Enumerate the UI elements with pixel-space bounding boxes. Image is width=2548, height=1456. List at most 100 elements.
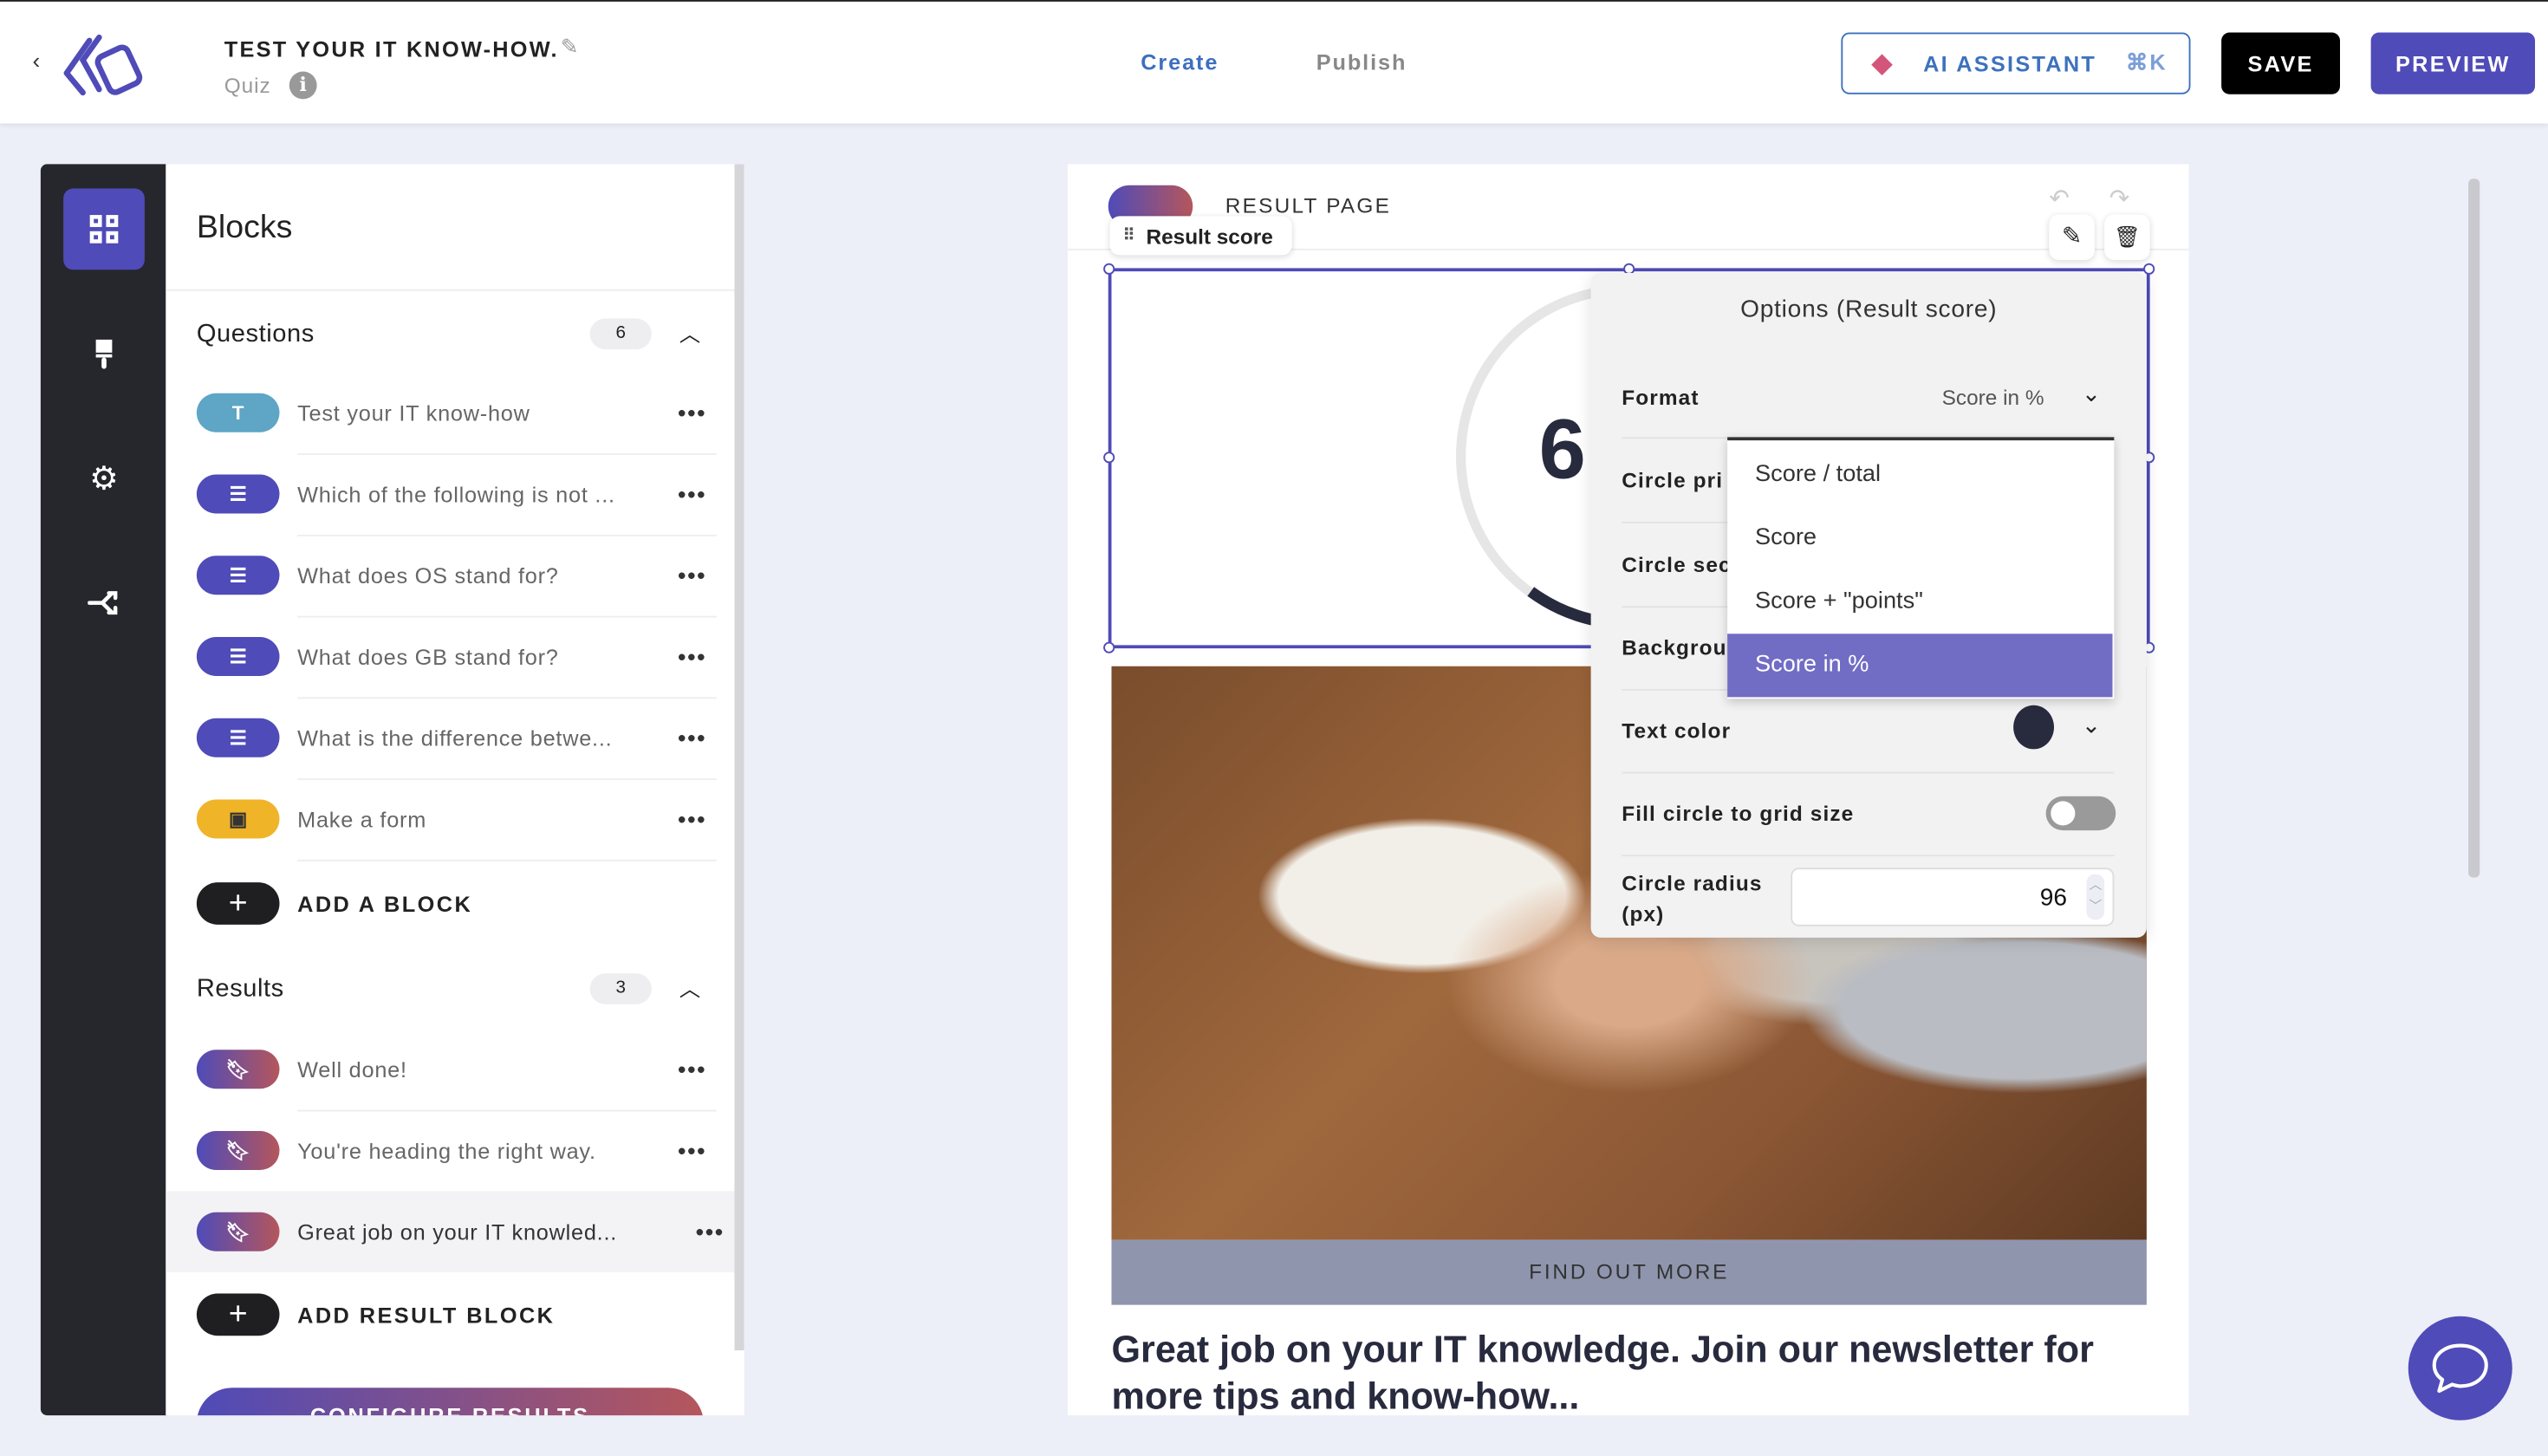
- tab-publish[interactable]: Publish: [1316, 50, 1407, 75]
- collapse-chevron-icon[interactable]: ︿: [679, 972, 700, 1003]
- gear-icon[interactable]: ⚙: [63, 437, 145, 518]
- more-icon[interactable]: •••: [686, 1219, 734, 1245]
- chat-button[interactable]: [2408, 1316, 2512, 1420]
- result-heading[interactable]: Great job on your IT knowledge. Join our…: [1112, 1326, 2147, 1415]
- format-option-selected[interactable]: Score in %: [1727, 634, 2113, 698]
- item-label: Test your IT know-how: [297, 400, 530, 426]
- number-stepper[interactable]: ︿ ﹀: [2086, 874, 2105, 920]
- question-item[interactable]: ☰ What is the difference betwe... •••: [196, 697, 717, 778]
- page-label: RESULT PAGE: [1225, 193, 1392, 218]
- more-icon[interactable]: •••: [668, 1138, 717, 1164]
- bookmark-icon: 🔖︎: [196, 1050, 280, 1089]
- text-color-label: Text color: [1622, 718, 1732, 743]
- question-item[interactable]: ▣ Make a form •••: [196, 778, 717, 860]
- more-icon[interactable]: •••: [668, 481, 717, 507]
- more-icon[interactable]: •••: [668, 806, 717, 832]
- find-out-more-button[interactable]: FIND OUT MORE: [1111, 1239, 2147, 1305]
- result-item[interactable]: 🔖︎ Well done! •••: [196, 1029, 717, 1110]
- panel-scrollbar[interactable]: [734, 164, 744, 1351]
- fill-circle-toggle[interactable]: [2045, 796, 2116, 831]
- more-icon[interactable]: •••: [668, 725, 717, 751]
- radius-value: 96: [2039, 884, 2067, 912]
- resize-handle[interactable]: [1103, 263, 1115, 275]
- result-item-selected[interactable]: 🔖︎ Great job on your IT knowled... •••: [166, 1191, 735, 1273]
- background-label: Backgrou: [1622, 635, 1727, 660]
- format-option[interactable]: Score: [1727, 507, 2112, 570]
- drag-handle-icon[interactable]: ⠿: [1123, 227, 1135, 245]
- toggle-knob: [2051, 801, 2076, 826]
- item-label: You're heading the right way.: [297, 1138, 596, 1163]
- flow-branch-icon[interactable]: [63, 562, 145, 644]
- chat-bubble-icon: [2432, 1343, 2488, 1394]
- divider: [297, 859, 717, 861]
- circle-secondary-label: Circle sec: [1622, 552, 1732, 577]
- collapse-chevron-icon[interactable]: ︿: [679, 317, 700, 348]
- question-item[interactable]: T Test your IT know-how •••: [196, 372, 717, 453]
- undo-icon[interactable]: ↶: [2049, 184, 2070, 213]
- format-label: Format: [1622, 385, 1700, 410]
- item-label: What does GB stand for?: [297, 644, 559, 669]
- chevron-down-icon[interactable]: ⌄: [2082, 712, 2101, 739]
- edit-pencil-icon[interactable]: ✎: [2049, 214, 2095, 260]
- add-block-button[interactable]: + ADD A BLOCK: [196, 882, 472, 925]
- format-dropdown: Score / total Score Score + "points" Sco…: [1727, 437, 2115, 699]
- list-block-icon: ☰: [196, 637, 280, 676]
- format-select-value[interactable]: Score in %: [1942, 385, 2044, 409]
- paint-brush-icon[interactable]: [63, 314, 145, 395]
- quiz-title[interactable]: TEST YOUR IT KNOW-HOW.: [224, 37, 559, 62]
- questions-count: 6: [589, 318, 652, 350]
- questions-section-label: Questions: [196, 320, 315, 348]
- results-section-label: Results: [196, 975, 284, 1003]
- circle-radius-label: Circle radius (px): [1622, 871, 1763, 926]
- info-icon[interactable]: i: [289, 71, 317, 100]
- ai-assistant-button[interactable]: ◆ AI ASSISTANT ⌘K: [1841, 32, 2191, 94]
- brand-logo[interactable]: [60, 31, 158, 100]
- more-icon[interactable]: •••: [668, 1056, 717, 1082]
- edit-pencil-icon[interactable]: ✎: [561, 34, 578, 60]
- divider: [166, 289, 744, 291]
- fill-circle-label: Fill circle to grid size: [1622, 801, 1855, 826]
- blocks-grid-icon[interactable]: [63, 188, 145, 270]
- block-tag-label: Result score: [1146, 223, 1273, 248]
- tab-create[interactable]: Create: [1141, 50, 1219, 75]
- results-count: 3: [589, 973, 652, 1004]
- question-item[interactable]: ☰ What does GB stand for? •••: [196, 616, 717, 698]
- format-option[interactable]: Score / total: [1727, 444, 2112, 507]
- divider: [1622, 855, 2115, 857]
- more-icon[interactable]: •••: [668, 400, 717, 426]
- resize-handle[interactable]: [1103, 641, 1115, 653]
- preview-button[interactable]: PREVIEW: [2370, 32, 2535, 94]
- list-block-icon: ☰: [196, 718, 280, 757]
- ai-shortcut: ⌘K: [2125, 50, 2168, 75]
- circle-radius-input[interactable]: 96 ︿ ﹀: [1791, 868, 2115, 926]
- ai-spark-icon: ◆: [1872, 50, 1895, 78]
- result-item[interactable]: 🔖︎ You're heading the right way. •••: [196, 1110, 717, 1192]
- item-label: Which of the following is not ...: [297, 481, 615, 507]
- format-option[interactable]: Score + "points": [1727, 570, 2112, 634]
- more-icon[interactable]: •••: [668, 562, 717, 588]
- plus-icon: +: [196, 882, 280, 925]
- bookmark-icon: 🔖︎: [196, 1131, 280, 1170]
- left-rail: ⚙: [40, 164, 168, 1416]
- text-color-swatch[interactable]: [2013, 705, 2054, 750]
- trash-icon[interactable]: 🗑︎: [2104, 214, 2150, 260]
- options-title: Options (Result score): [1740, 296, 1998, 324]
- question-item[interactable]: ☰ Which of the following is not ... •••: [196, 453, 717, 535]
- configure-results-button[interactable]: CONFIGURE RESULTS: [196, 1388, 704, 1416]
- back-chevron-icon[interactable]: ‹: [33, 47, 41, 73]
- resize-handle[interactable]: [2143, 263, 2155, 275]
- panel-title: Blocks: [196, 209, 293, 246]
- chevron-down-icon[interactable]: ⌄: [2082, 380, 2101, 408]
- item-label: What is the difference betwe...: [297, 725, 613, 751]
- canvas-scrollbar[interactable]: [2468, 179, 2480, 878]
- more-icon[interactable]: •••: [668, 644, 717, 670]
- item-label: Make a form: [297, 806, 427, 832]
- add-result-label: ADD RESULT BLOCK: [297, 1302, 556, 1327]
- result-score-tag[interactable]: ⠿ Result score: [1109, 216, 1293, 256]
- resize-handle[interactable]: [1103, 452, 1115, 464]
- question-item[interactable]: ☰ What does OS stand for? •••: [196, 535, 717, 616]
- add-result-block-button[interactable]: + ADD RESULT BLOCK: [196, 1293, 556, 1336]
- divider: [1622, 771, 2115, 774]
- save-button[interactable]: SAVE: [2221, 32, 2340, 94]
- redo-icon[interactable]: ↷: [2109, 184, 2130, 213]
